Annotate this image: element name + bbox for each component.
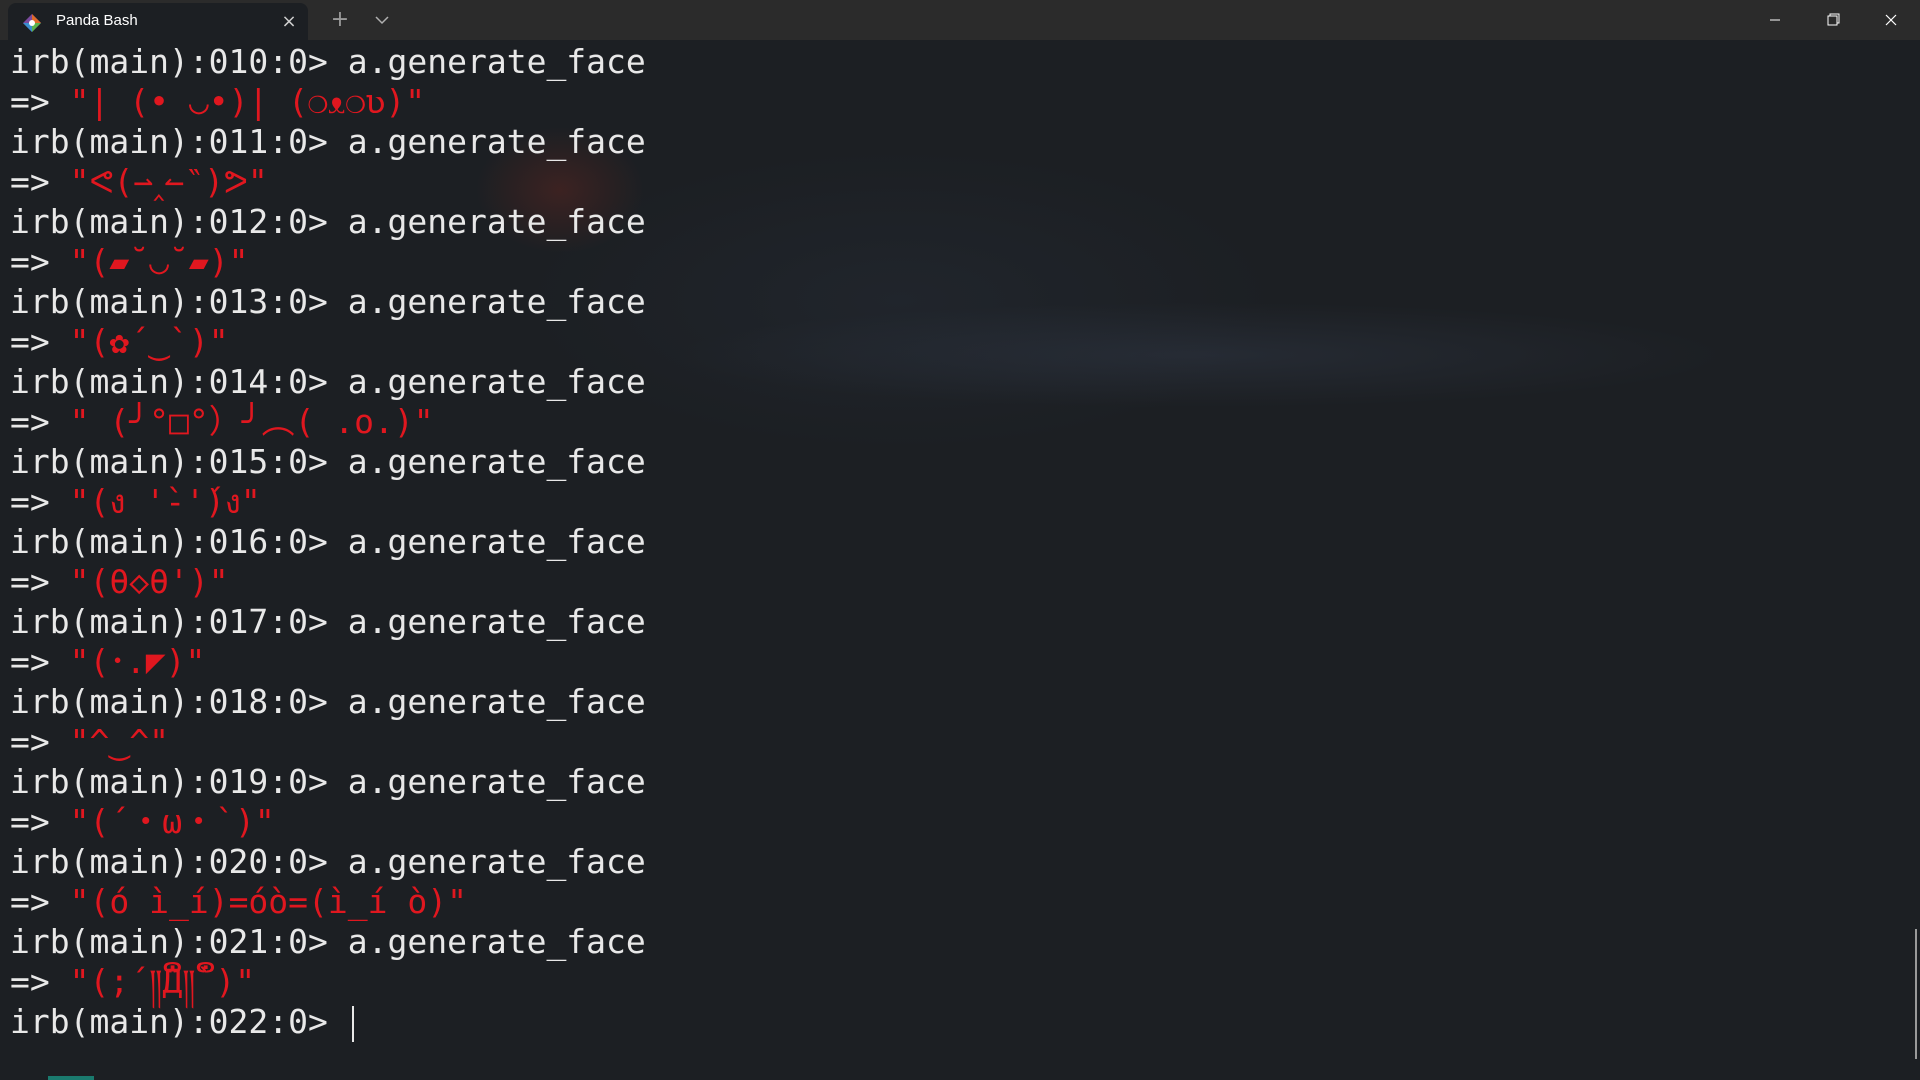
result-value: "(✿´‿`)" — [69, 322, 229, 361]
result-line: => "(ó ì_í)=óò=(ì_í ò)" — [10, 882, 467, 922]
terminal-window: Panda Bash × + irb(main):010:0> a.genera… — [0, 0, 1920, 1080]
tab-title: Panda Bash — [56, 12, 138, 29]
scrollbar-thumb[interactable] — [1915, 929, 1917, 1059]
prompt: irb(main):020:0> — [10, 842, 348, 881]
result-arrow: => — [10, 242, 50, 281]
command: a.generate_face — [347, 42, 646, 81]
prompt-line: irb(main):015:0> a.generate_face — [10, 442, 646, 482]
terminal-output[interactable]: irb(main):010:0> a.generate_face => "| (… — [0, 40, 1904, 1080]
prompt: irb(main):014:0> — [10, 362, 348, 401]
result-line: => "(θ◇θ')" — [10, 562, 229, 602]
result-arrow: => — [10, 802, 50, 841]
prompt: irb(main):021:0> — [10, 922, 348, 961]
result-line: => "(´・ω・`)" — [10, 802, 275, 842]
prompt-line: irb(main):021:0> a.generate_face — [10, 922, 646, 962]
result-arrow: => — [10, 722, 50, 761]
result-arrow: => — [10, 482, 50, 521]
result-line: => "ᕙ(⇀‸↼‶)ᕗ" — [10, 162, 268, 202]
prompt-line: irb(main):011:0> a.generate_face — [10, 122, 646, 162]
prompt-line: irb(main):012:0> a.generate_face — [10, 202, 646, 242]
prompt: irb(main):018:0> — [10, 682, 348, 721]
result-arrow: => — [10, 162, 50, 201]
command: a.generate_face — [347, 682, 646, 721]
prompt-line: irb(main):018:0> a.generate_face — [10, 682, 646, 722]
restore-icon[interactable] — [1804, 0, 1862, 40]
command: a.generate_face — [347, 442, 646, 481]
prompt-line: irb(main):019:0> a.generate_face — [10, 762, 646, 802]
result-line: => "(･.◤)" — [10, 642, 205, 682]
result-value: "(;´༎ຶД༎ຶ`)" — [69, 962, 256, 1001]
prompt-line: irb(main):020:0> a.generate_face — [10, 842, 646, 882]
result-arrow: => — [10, 402, 50, 441]
prompt: irb(main):012:0> — [10, 202, 348, 241]
result-arrow: => — [10, 962, 50, 1001]
command: a.generate_face — [347, 122, 646, 161]
result-arrow: => — [10, 642, 50, 681]
command: a.generate_face — [347, 842, 646, 881]
tab-panda-bash[interactable]: Panda Bash × — [8, 3, 308, 40]
close-icon[interactable]: × — [280, 13, 298, 31]
result-line: => " (╯°□°）╯︵( .o.)" — [10, 402, 434, 442]
scrollbar[interactable] — [1908, 40, 1920, 1080]
prompt: irb(main):010:0> — [10, 42, 348, 81]
result-line: => "(;´༎ຶД༎ຶ`)" — [10, 962, 255, 1002]
result-line: => "(✿´‿`)" — [10, 322, 229, 362]
result-line: => "(ง '̀-'́)ง" — [10, 482, 261, 522]
result-arrow: => — [10, 322, 50, 361]
command: a.generate_face — [347, 362, 646, 401]
prompt: irb(main):017:0> — [10, 602, 348, 641]
command: a.generate_face — [347, 922, 646, 961]
prompt-line: irb(main):016:0> a.generate_face — [10, 522, 646, 562]
command: a.generate_face — [347, 282, 646, 321]
chevron-down-icon[interactable] — [370, 6, 394, 34]
result-value: "(▰˘◡˘▰)" — [69, 242, 249, 281]
text-cursor — [351, 1005, 354, 1042]
prompt: irb(main):022:0> — [10, 1002, 348, 1041]
result-arrow: => — [10, 82, 50, 121]
result-arrow: => — [10, 882, 50, 921]
git-bash-diamond-icon — [22, 13, 42, 33]
result-arrow: => — [10, 562, 50, 601]
result-value: "(ó ì_í)=óò=(ì_í ò)" — [69, 882, 467, 921]
command: a.generate_face — [347, 762, 646, 801]
prompt: irb(main):019:0> — [10, 762, 348, 801]
prompt-line: irb(main):014:0> a.generate_face — [10, 362, 646, 402]
prompt: irb(main):015:0> — [10, 442, 348, 481]
result-value: "ᕙ(⇀‸↼‶)ᕗ" — [69, 162, 268, 201]
title-bar: Panda Bash × + — [0, 0, 1920, 40]
result-value: "(ง '̀-'́)ง" — [69, 482, 261, 521]
command: a.generate_face — [347, 522, 646, 561]
prompt-line: irb(main):017:0> a.generate_face — [10, 602, 646, 642]
prompt: irb(main):011:0> — [10, 122, 348, 161]
minimize-icon[interactable] — [1746, 0, 1804, 40]
result-value: " (╯°□°）╯︵( .o.)" — [69, 402, 434, 441]
prompt: irb(main):013:0> — [10, 282, 348, 321]
result-value: "| (• ◡•)| (❍ᴥ❍ʋ)" — [69, 82, 426, 121]
result-line: => "| (• ◡•)| (❍ᴥ❍ʋ)" — [10, 82, 425, 122]
current-prompt-line[interactable]: irb(main):022:0> — [10, 1002, 354, 1042]
plus-icon[interactable]: + — [328, 6, 352, 34]
result-line: => "^‿^" — [10, 722, 169, 762]
prompt-line: irb(main):013:0> a.generate_face — [10, 282, 646, 322]
result-value: "^‿^" — [69, 722, 169, 761]
command: a.generate_face — [347, 602, 646, 641]
result-value: "(´・ω・`)" — [69, 802, 275, 841]
prompt-line: irb(main):010:0> a.generate_face — [10, 42, 646, 82]
result-line: => "(▰˘◡˘▰)" — [10, 242, 248, 282]
result-value: "(･.◤)" — [69, 642, 206, 681]
prompt: irb(main):016:0> — [10, 522, 348, 561]
window-close-icon[interactable] — [1862, 0, 1920, 40]
result-value: "(θ◇θ')" — [69, 562, 229, 601]
accent-indicator — [48, 1076, 94, 1080]
command: a.generate_face — [347, 202, 646, 241]
